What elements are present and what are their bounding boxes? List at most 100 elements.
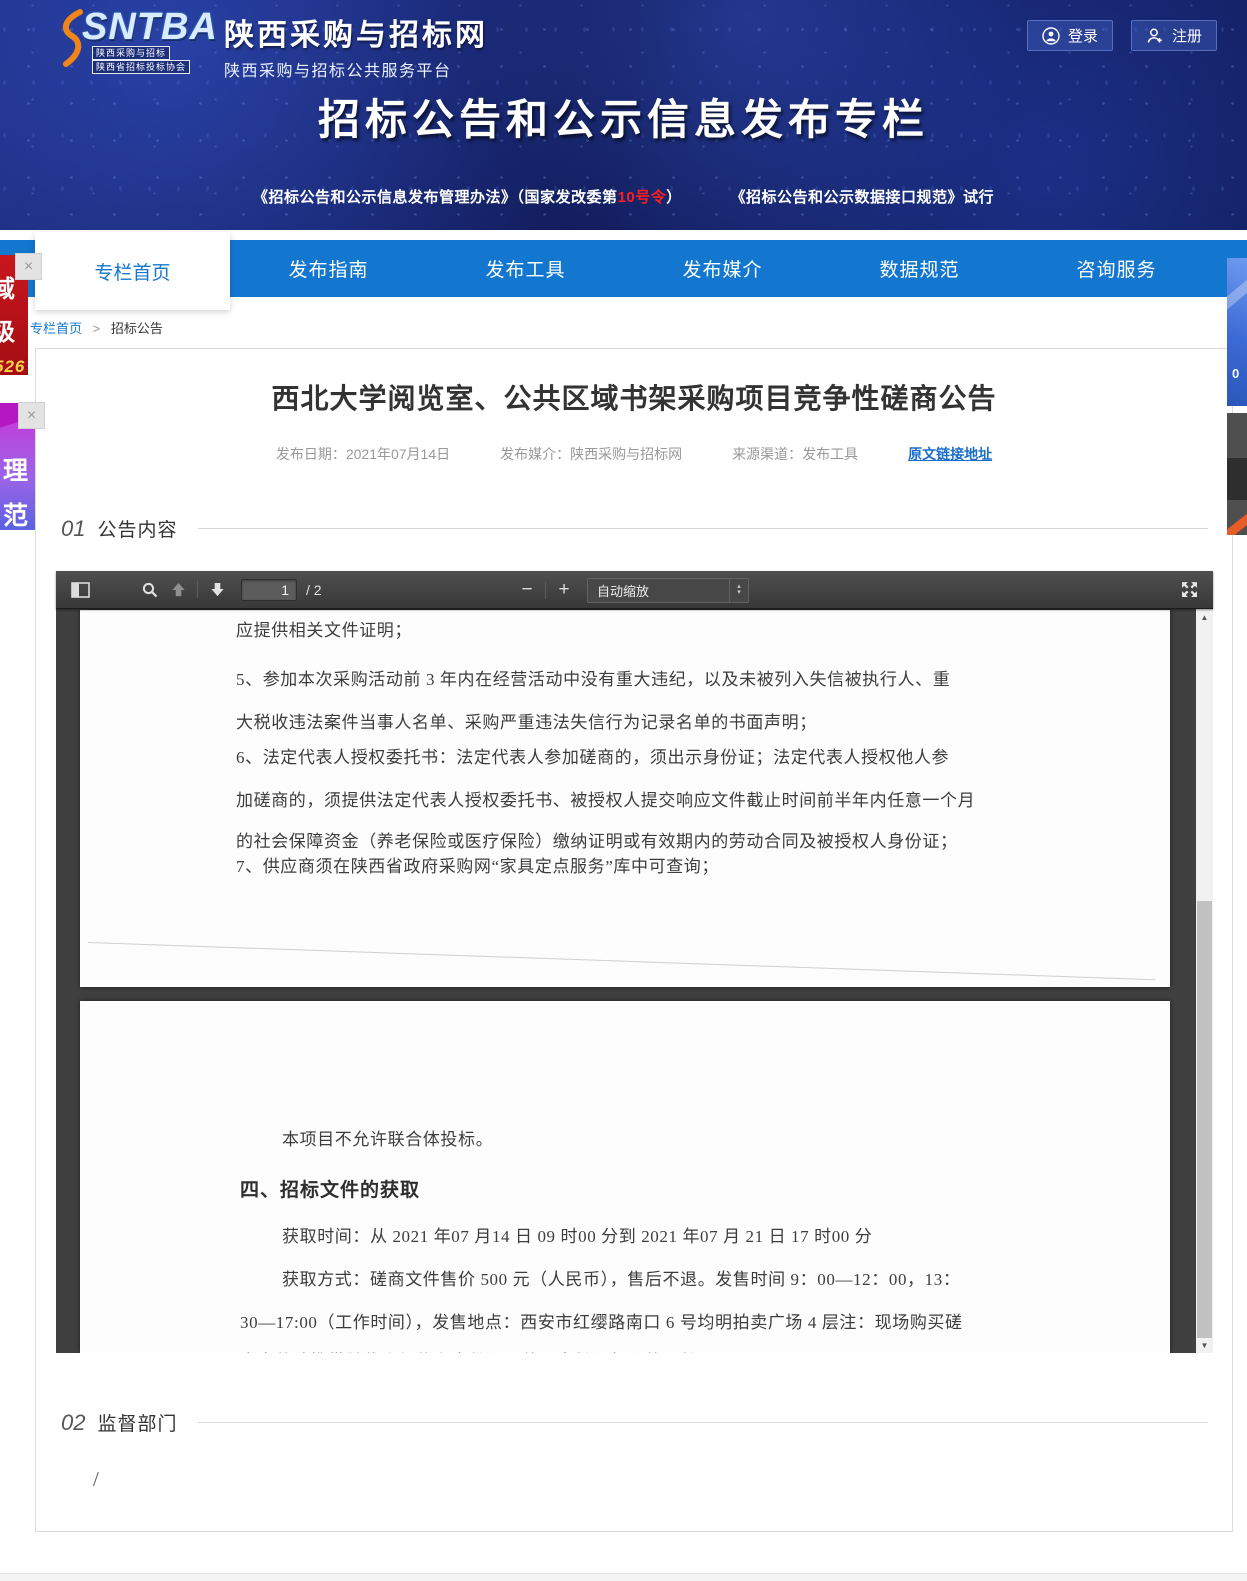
pdf-text-line: 30—17:00（工作时间），发售地点：西安市红缨路南口 6 号均明拍卖广场 4…: [240, 1312, 1024, 1334]
site-header: SNTBA 陕西采购与招标 陕西省招标投标协会 陕西采购与招标网 陕西采购与招标…: [0, 0, 1247, 230]
ad-text-fragment: 级: [0, 312, 28, 347]
zoom-mode-select[interactable]: 自动缩放 ▴ ▾: [587, 578, 749, 603]
register-button[interactable]: 注册: [1131, 20, 1217, 51]
register-label: 注册: [1172, 25, 1202, 46]
nav-tabs: 发布指南 发布工具 发布媒介 数据规范 咨询服务: [230, 240, 1215, 297]
site-names: 陕西采购与招标网 陕西采购与招标公共服务平台: [224, 10, 488, 81]
presentation-mode-button[interactable]: [1175, 576, 1203, 603]
tab-publish-tools[interactable]: 发布工具: [427, 240, 624, 297]
pdf-text-line: 应提供相关文件证明；: [236, 620, 1024, 642]
tab-column-home[interactable]: 专栏首页: [35, 232, 230, 310]
breadcrumb: 专栏首页 > 招标公告: [30, 318, 163, 337]
meta-publish-date: 发布日期：2021年07月14日: [276, 444, 450, 464]
zoom-mode-value: 自动缩放: [597, 581, 649, 600]
ad-banner-right-blue[interactable]: 0: [1227, 258, 1247, 406]
sidebar-toggle-button[interactable]: [66, 576, 94, 603]
search-button[interactable]: [136, 576, 164, 603]
section-title: 监督部门: [97, 1409, 177, 1436]
pdf-pages-area[interactable]: 应提供相关文件证明； 5、参加本次采购活动前 3 年内在经营活动中没有重大违纪，…: [56, 609, 1213, 1353]
pdf-text-line: 大税收违法案件当事人名单、采购严重违法失信行为记录名单的书面声明；: [236, 712, 1024, 734]
pdf-page-2: 本项目不允许联合体投标。 四、招标文件的获取 获取时间：从 2021 年07 月…: [80, 1001, 1170, 1353]
login-label: 登录: [1068, 25, 1098, 46]
notice-left-post: ）: [666, 189, 682, 206]
next-page-button[interactable]: [203, 576, 231, 603]
close-icon[interactable]: ×: [15, 253, 42, 280]
ad-text-fragment: 0: [1232, 366, 1239, 381]
login-button[interactable]: 登录: [1027, 20, 1113, 51]
notice-left-pre: 《招标公告和公示信息发布管理办法》（国家发改委第: [253, 189, 618, 206]
page-total-label: / 2: [306, 582, 322, 598]
previous-page-button[interactable]: [164, 576, 192, 603]
page: SNTBA 陕西采购与招标 陕西省招标投标协会 陕西采购与招标网 陕西采购与招标…: [0, 0, 1247, 1581]
tab-consulting-service[interactable]: 咨询服务: [1018, 240, 1215, 297]
scrollbar-thumb[interactable]: [1197, 901, 1212, 1338]
article-meta: 发布日期：2021年07月14日 发布媒介：陕西采购与招标网 来源渠道：发布工具…: [36, 444, 1232, 464]
section-divider: [198, 1422, 1209, 1423]
tab-publish-guide[interactable]: 发布指南: [230, 240, 427, 297]
section-number: 01: [61, 516, 85, 542]
pdf-text-line: 5、参加本次采购活动前 3 年内在经营活动中没有重大违纪，以及未被列入失信被执行…: [236, 669, 1024, 691]
pdf-viewer: / 2 − + 自动缩放 ▴ ▾: [56, 571, 1213, 1353]
tab-publish-media[interactable]: 发布媒介: [624, 240, 821, 297]
user-circle-icon: [1042, 27, 1060, 45]
section-header-supervision: 02 监督部门: [61, 1409, 1208, 1436]
scroll-down-icon[interactable]: ▼: [1196, 1341, 1213, 1350]
section-number: 02: [61, 1410, 85, 1436]
scroll-up-icon[interactable]: ▲: [1196, 613, 1213, 622]
pdf-text-line: 7、供应商须在陕西省政府采购网“家具定点服务”库中可查询；: [236, 856, 1024, 878]
pdf-page-2-text: 本项目不允许联合体投标。 四、招标文件的获取 获取时间：从 2021 年07 月…: [80, 1129, 1170, 1353]
meta-media-label: 发布媒介：: [500, 446, 570, 462]
select-spinner-icon: ▴ ▾: [729, 579, 748, 602]
meta-media-value: 陕西采购与招标网: [570, 446, 682, 462]
user-plus-icon: [1146, 27, 1164, 45]
close-icon[interactable]: ×: [18, 402, 45, 429]
ad-inner-box: [1227, 458, 1247, 500]
fullscreen-icon: [1181, 581, 1198, 598]
pdf-scrollbar[interactable]: ▲ ▼: [1196, 609, 1213, 1353]
arrow-up-icon: [171, 582, 186, 597]
ad-text-fragment: 范: [3, 496, 35, 530]
pdf-section-heading: 四、招标文件的获取: [240, 1179, 1024, 1203]
site-logo[interactable]: SNTBA 陕西采购与招标 陕西省招标投标协会 陕西采购与招标网 陕西采购与招标…: [58, 6, 488, 81]
ad-text-fragment: 理: [3, 451, 35, 487]
section-divider: [198, 528, 1209, 529]
main-nav: 专栏首页 发布指南 发布工具 发布媒介 数据规范 咨询服务: [0, 240, 1247, 297]
article-title: 西北大学阅览室、公共区域书架采购项目竞争性磋商公告: [36, 377, 1232, 417]
zoom-out-button[interactable]: −: [514, 577, 540, 604]
scan-artifact-line: [88, 942, 1155, 980]
banner-title: 招标公告和公示信息发布专栏: [0, 86, 1247, 147]
tab-data-standards[interactable]: 数据规范: [821, 240, 1018, 297]
pdf-text-line: 获取时间：从 2021 年07 月14 日 09 时00 分到 2021 年07…: [240, 1226, 1024, 1248]
origin-link[interactable]: 原文链接地址: [908, 444, 992, 464]
meta-source-label: 来源渠道：: [732, 446, 802, 462]
breadcrumb-home-link[interactable]: 专栏首页: [30, 321, 82, 336]
search-icon: [142, 582, 158, 598]
spinner-down-glyph: ▾: [737, 590, 741, 596]
pdf-text-line: 商文件请携带单位介绍信和身份证原件及身份证复印件一份: [240, 1351, 1024, 1353]
meta-source-channel: 来源渠道：发布工具: [732, 444, 858, 464]
ad-text-fragment: 526: [0, 357, 28, 375]
logo-mark: SNTBA 陕西采购与招标 陕西省招标投标协会: [58, 6, 216, 72]
logo-acronym: SNTBA: [82, 6, 218, 49]
arrow-down-icon: [210, 582, 225, 597]
zoom-in-button[interactable]: +: [551, 577, 577, 604]
breadcrumb-current: 招标公告: [111, 321, 163, 336]
notice-red-order: 10号令: [618, 189, 667, 206]
supervision-content: /: [93, 1467, 99, 1492]
page-number-input[interactable]: [241, 579, 297, 601]
pdf-text-line: 的社会保障资金（养老保险或医疗保险）缴纳证明或有效期内的劳动合同及被授权人身份证…: [236, 831, 1024, 853]
pdf-text-line: 获取方式：磋商文件售价 500 元（人民币），售后不退。发售时间 9：00—12…: [240, 1269, 1024, 1291]
meta-publish-media: 发布媒介：陕西采购与招标网: [500, 444, 682, 464]
pdf-toolbar: / 2 − + 自动缩放 ▴ ▾: [56, 571, 1213, 609]
sidebar-toggle-icon: [71, 582, 90, 598]
ad-orange-slash: [1227, 512, 1247, 535]
pdf-page-1-text: 应提供相关文件证明； 5、参加本次采购活动前 3 年内在经营活动中没有重大违纪，…: [80, 610, 1170, 878]
auth-buttons: 登录 注册: [1027, 20, 1217, 51]
logo-caption-line2: 陕西省招标投标协会: [92, 60, 190, 74]
banner-notice: 《招标公告和公示信息发布管理办法》（国家发改委第10号令） 《招标公告和公示数据…: [0, 186, 1247, 207]
pdf-page-1: 应提供相关文件证明； 5、参加本次采购活动前 3 年内在经营活动中没有重大违纪，…: [80, 610, 1170, 987]
ad-banner-right-dark[interactable]: [1227, 413, 1247, 535]
pdf-text-line: 加磋商的，须提供法定代表人授权委托书、被授权人提交响应文件截止时间前半年内任意一…: [236, 790, 1024, 812]
content-card: 西北大学阅览室、公共区域书架采购项目竞争性磋商公告 发布日期：2021年07月1…: [35, 348, 1233, 1532]
meta-source-value: 发布工具: [802, 446, 858, 462]
